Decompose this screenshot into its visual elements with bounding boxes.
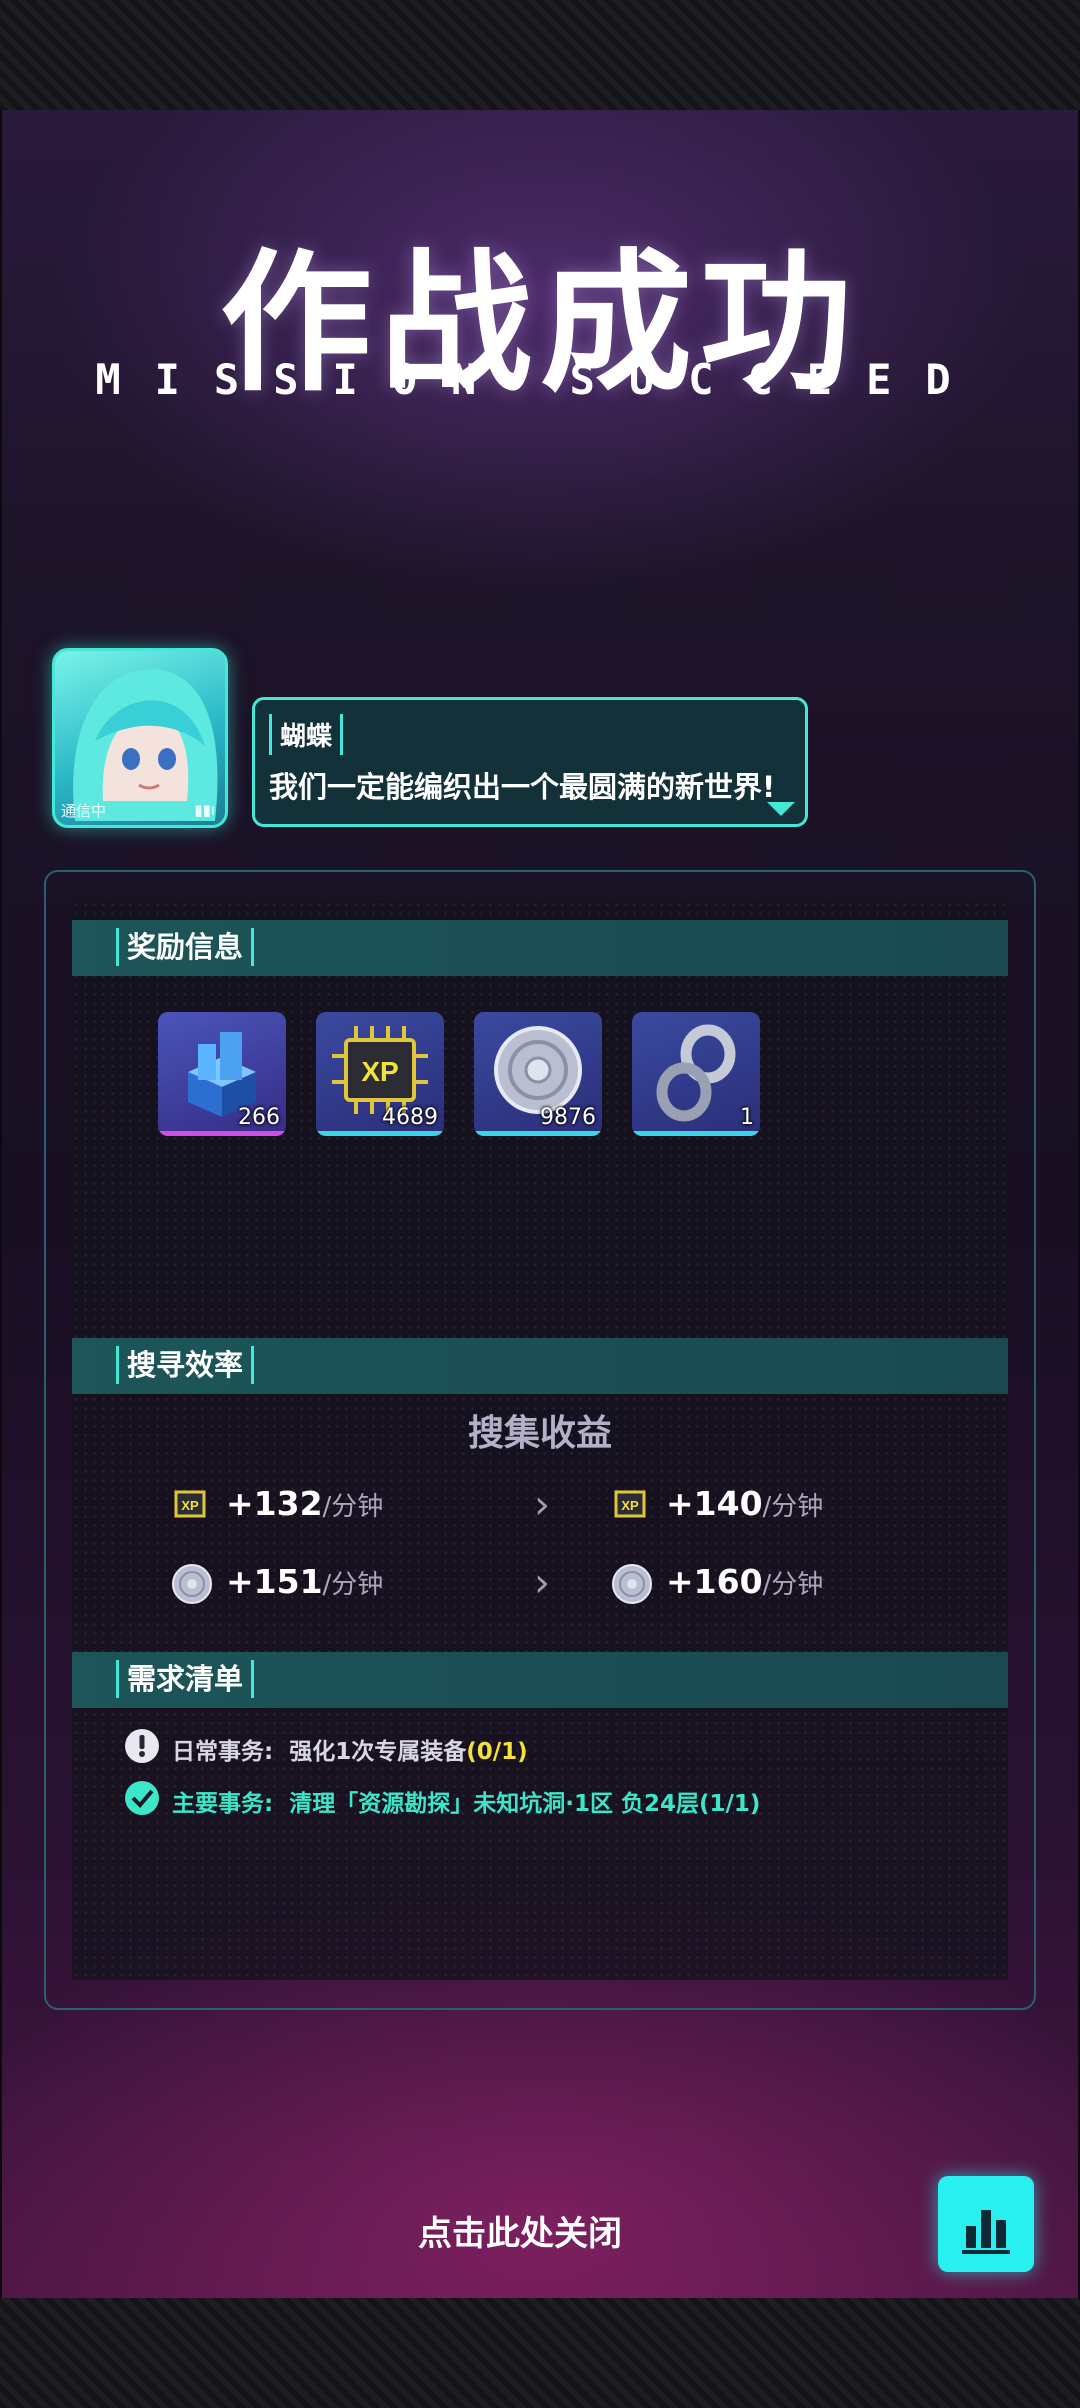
silver-disc-icon (612, 1564, 652, 1604)
xp-chip-icon: XP (174, 1490, 206, 1518)
svg-text:XP: XP (621, 1498, 639, 1513)
chevron-right-icon: › (534, 1560, 550, 1606)
statistics-button[interactable] (938, 2176, 1034, 2272)
alert-icon (125, 1729, 159, 1763)
rewards-section-label: 奖励信息 (116, 928, 255, 966)
efficiency-subtitle: 搜集收益 (467, 1413, 612, 1454)
close-hint-button[interactable]: 点击此处关闭 (0, 2206, 1040, 2255)
reward-count: 266 (238, 1105, 280, 1130)
current-rate-disc: +151/分钟 (226, 1562, 384, 1601)
task-type: 主要事务: (172, 1791, 274, 1817)
xp-chip-icon: XP (614, 1490, 646, 1518)
reward-count: 9876 (540, 1105, 596, 1130)
avatar-status-label: 通信中 (61, 802, 107, 820)
rarity-strip (316, 1131, 444, 1136)
efficiency-section-header: 搜寻效率 (72, 1338, 1008, 1394)
reward-count: 4689 (382, 1105, 438, 1130)
svg-text:XP: XP (181, 1498, 199, 1513)
check-circle-icon (125, 1781, 159, 1815)
next-rate-xp: +140/分钟 (666, 1484, 824, 1523)
signal-bars-icon: ▮▮ı (194, 801, 215, 819)
dialog-bubble[interactable]: 蝴蝶 我们一定能编织出一个最圆满的新世界! (252, 697, 808, 827)
bar-chart-icon (962, 2210, 1010, 2254)
svg-text:XP: XP (361, 1056, 398, 1087)
task-progress: (0/1) (466, 1739, 528, 1765)
requirements-section-header: 需求清单 (72, 1652, 1008, 1708)
silver-disc-icon (172, 1564, 212, 1604)
reward-item-disc[interactable]: 9876 (474, 1012, 602, 1136)
efficiency-section-label: 搜寻效率 (116, 1346, 255, 1384)
chevron-right-icon: › (534, 1482, 550, 1528)
rarity-strip (474, 1131, 602, 1136)
reward-item-xp[interactable]: XP 4689 (316, 1012, 444, 1136)
reward-item-blocks[interactable]: 266 (158, 1012, 286, 1136)
task-desc: 强化1次专属装备 (289, 1739, 467, 1765)
task-progress: (1/1) (698, 1791, 761, 1817)
speaker-name: 蝴蝶 (269, 714, 344, 755)
task-row-daily: 日常事务: 强化1次专属装备(0/1) (172, 1732, 528, 1766)
rewards-section-header: 奖励信息 (72, 920, 1008, 976)
rarity-strip (632, 1131, 760, 1136)
reward-count: 1 (740, 1105, 754, 1130)
page-subtitle: MISSION SUCCEED (95, 355, 985, 404)
current-rate-xp: +132/分钟 (226, 1484, 384, 1523)
next-rate-disc: +160/分钟 (666, 1562, 824, 1601)
bottom-nav-strip (0, 2298, 1080, 2408)
requirements-section-label: 需求清单 (116, 1660, 255, 1698)
dialog-message: 我们一定能编织出一个最圆满的新世界! (269, 770, 776, 804)
task-type: 日常事务: (172, 1739, 274, 1765)
character-avatar: 通信中 ▮▮ı (52, 648, 228, 828)
dialog-next-arrow-icon[interactable] (767, 802, 795, 816)
reward-item-ring[interactable]: 1 (632, 1012, 760, 1136)
task-row-main: 主要事务: 清理「资源勘探」未知坑洞·1区 负24层(1/1) (172, 1784, 760, 1818)
rarity-strip (158, 1131, 286, 1136)
top-status-strip (0, 0, 1080, 110)
task-desc: 清理「资源勘探」未知坑洞·1区 负24层 (289, 1791, 699, 1817)
